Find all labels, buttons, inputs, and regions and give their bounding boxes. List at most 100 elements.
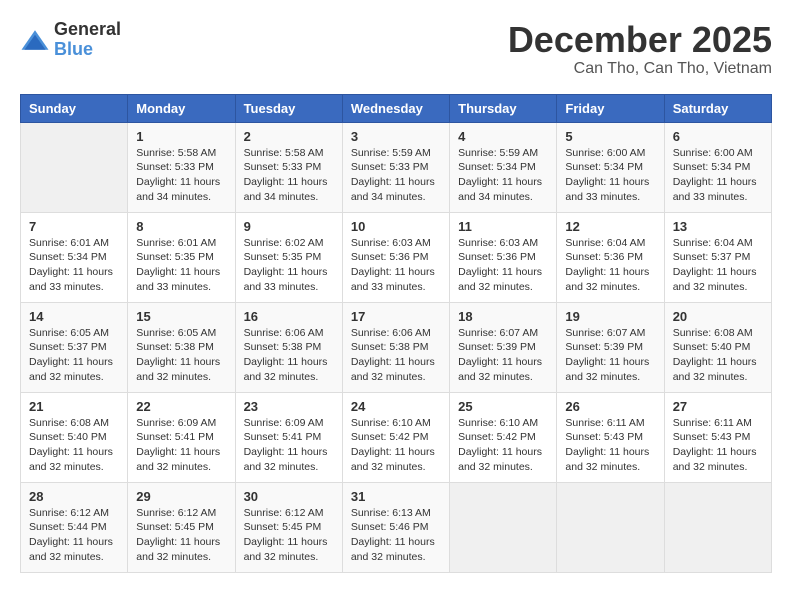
day-number: 4 bbox=[458, 129, 548, 144]
calendar-cell: 4 Sunrise: 5:59 AM Sunset: 5:34 PM Daylig… bbox=[450, 122, 557, 212]
day-info: Sunrise: 6:12 AM Sunset: 5:45 PM Dayligh… bbox=[244, 506, 334, 565]
calendar-cell: 15 Sunrise: 6:05 AM Sunset: 5:38 PM Dayli… bbox=[128, 302, 235, 392]
calendar-week-row: 14 Sunrise: 6:05 AM Sunset: 5:37 PM Dayli… bbox=[21, 302, 772, 392]
calendar-cell: 31Sunrise: 6:13 AM Sunset: 5:46 PM Dayli… bbox=[342, 482, 449, 572]
day-info: Sunrise: 6:02 AM Sunset: 5:35 PM Dayligh… bbox=[244, 236, 334, 295]
day-number: 12 bbox=[565, 219, 655, 234]
day-info: Sunrise: 5:58 AM Sunset: 5:33 PM Dayligh… bbox=[244, 146, 334, 205]
day-info: Sunrise: 6:03 AM Sunset: 5:36 PM Dayligh… bbox=[458, 236, 548, 295]
calendar-cell: 30 Sunrise: 6:12 AM Sunset: 5:45 PM Dayli… bbox=[235, 482, 342, 572]
calendar-cell: 29Sunrise: 6:12 AM Sunset: 5:45 PM Dayli… bbox=[128, 482, 235, 572]
day-info: Sunrise: 6:01 AM Sunset: 5:35 PM Dayligh… bbox=[136, 236, 226, 295]
calendar-week-row: 7Sunrise: 6:01 AM Sunset: 5:34 PM Daylig… bbox=[21, 212, 772, 302]
calendar-cell: 7Sunrise: 6:01 AM Sunset: 5:34 PM Daylig… bbox=[21, 212, 128, 302]
day-number: 31 bbox=[351, 489, 441, 504]
calendar-cell: 25 Sunrise: 6:10 AM Sunset: 5:42 PM Dayli… bbox=[450, 392, 557, 482]
logo-blue: Blue bbox=[54, 39, 93, 59]
day-number: 7 bbox=[29, 219, 119, 234]
day-number: 13 bbox=[673, 219, 763, 234]
calendar-cell: 19Sunrise: 6:07 AM Sunset: 5:39 PM Dayli… bbox=[557, 302, 664, 392]
day-number: 9 bbox=[244, 219, 334, 234]
calendar-table: Sunday Monday Tuesday Wednesday Thursday… bbox=[20, 94, 772, 573]
calendar-week-row: 1 Sunrise: 5:58 AM Sunset: 5:33 PM Daylig… bbox=[21, 122, 772, 212]
day-info: Sunrise: 6:12 AM Sunset: 5:44 PM Dayligh… bbox=[29, 506, 119, 565]
calendar-cell: 1 Sunrise: 5:58 AM Sunset: 5:33 PM Daylig… bbox=[128, 122, 235, 212]
calendar-cell: 18 Sunrise: 6:07 AM Sunset: 5:39 PM Dayli… bbox=[450, 302, 557, 392]
calendar-cell: 28 Sunrise: 6:12 AM Sunset: 5:44 PM Dayli… bbox=[21, 482, 128, 572]
day-number: 18 bbox=[458, 309, 548, 324]
day-number: 15 bbox=[136, 309, 226, 324]
day-info: Sunrise: 6:11 AM Sunset: 5:43 PM Dayligh… bbox=[565, 416, 655, 475]
calendar-cell: 2 Sunrise: 5:58 AM Sunset: 5:33 PM Daylig… bbox=[235, 122, 342, 212]
day-info: Sunrise: 6:09 AM Sunset: 5:41 PM Dayligh… bbox=[244, 416, 334, 475]
day-info: Sunrise: 6:08 AM Sunset: 5:40 PM Dayligh… bbox=[29, 416, 119, 475]
day-info: Sunrise: 6:04 AM Sunset: 5:36 PM Dayligh… bbox=[565, 236, 655, 295]
day-info: Sunrise: 6:08 AM Sunset: 5:40 PM Dayligh… bbox=[673, 326, 763, 385]
day-number: 8 bbox=[136, 219, 226, 234]
day-number: 1 bbox=[136, 129, 226, 144]
day-info: Sunrise: 6:12 AM Sunset: 5:45 PM Dayligh… bbox=[136, 506, 226, 565]
day-info: Sunrise: 6:00 AM Sunset: 5:34 PM Dayligh… bbox=[565, 146, 655, 205]
calendar-cell: 22 Sunrise: 6:09 AM Sunset: 5:41 PM Dayli… bbox=[128, 392, 235, 482]
calendar-cell bbox=[664, 482, 771, 572]
calendar-title: December 2025 bbox=[508, 20, 772, 60]
calendar-cell: 13 Sunrise: 6:04 AM Sunset: 5:37 PM Dayli… bbox=[664, 212, 771, 302]
day-info: Sunrise: 6:11 AM Sunset: 5:43 PM Dayligh… bbox=[673, 416, 763, 475]
day-info: Sunrise: 6:06 AM Sunset: 5:38 PM Dayligh… bbox=[244, 326, 334, 385]
day-number: 5 bbox=[565, 129, 655, 144]
day-info: Sunrise: 6:06 AM Sunset: 5:38 PM Dayligh… bbox=[351, 326, 441, 385]
day-number: 6 bbox=[673, 129, 763, 144]
day-info: Sunrise: 6:07 AM Sunset: 5:39 PM Dayligh… bbox=[565, 326, 655, 385]
calendar-cell: 10Sunrise: 6:03 AM Sunset: 5:36 PM Dayli… bbox=[342, 212, 449, 302]
day-info: Sunrise: 6:05 AM Sunset: 5:37 PM Dayligh… bbox=[29, 326, 119, 385]
day-number: 30 bbox=[244, 489, 334, 504]
day-number: 25 bbox=[458, 399, 548, 414]
day-number: 23 bbox=[244, 399, 334, 414]
day-number: 27 bbox=[673, 399, 763, 414]
day-number: 28 bbox=[29, 489, 119, 504]
calendar-cell: 5 Sunrise: 6:00 AM Sunset: 5:34 PM Daylig… bbox=[557, 122, 664, 212]
calendar-cell: 14 Sunrise: 6:05 AM Sunset: 5:37 PM Dayli… bbox=[21, 302, 128, 392]
day-info: Sunrise: 6:00 AM Sunset: 5:34 PM Dayligh… bbox=[673, 146, 763, 205]
day-number: 20 bbox=[673, 309, 763, 324]
day-info: Sunrise: 6:03 AM Sunset: 5:36 PM Dayligh… bbox=[351, 236, 441, 295]
title-area: December 2025 Can Tho, Can Tho, Vietnam bbox=[508, 20, 772, 78]
day-number: 11 bbox=[458, 219, 548, 234]
day-number: 22 bbox=[136, 399, 226, 414]
day-number: 2 bbox=[244, 129, 334, 144]
calendar-week-row: 28 Sunrise: 6:12 AM Sunset: 5:44 PM Dayli… bbox=[21, 482, 772, 572]
calendar-cell: 11 Sunrise: 6:03 AM Sunset: 5:36 PM Dayli… bbox=[450, 212, 557, 302]
calendar-cell: 12 Sunrise: 6:04 AM Sunset: 5:36 PM Dayli… bbox=[557, 212, 664, 302]
calendar-cell: 27 Sunrise: 6:11 AM Sunset: 5:43 PM Dayli… bbox=[664, 392, 771, 482]
day-info: Sunrise: 5:59 AM Sunset: 5:33 PM Dayligh… bbox=[351, 146, 441, 205]
calendar-cell: 23 Sunrise: 6:09 AM Sunset: 5:41 PM Dayli… bbox=[235, 392, 342, 482]
day-info: Sunrise: 6:09 AM Sunset: 5:41 PM Dayligh… bbox=[136, 416, 226, 475]
calendar-cell bbox=[450, 482, 557, 572]
day-info: Sunrise: 6:10 AM Sunset: 5:42 PM Dayligh… bbox=[458, 416, 548, 475]
day-info: Sunrise: 6:10 AM Sunset: 5:42 PM Dayligh… bbox=[351, 416, 441, 475]
day-info: Sunrise: 6:05 AM Sunset: 5:38 PM Dayligh… bbox=[136, 326, 226, 385]
day-number: 3 bbox=[351, 129, 441, 144]
calendar-cell: 24Sunrise: 6:10 AM Sunset: 5:42 PM Dayli… bbox=[342, 392, 449, 482]
header-sunday: Sunday bbox=[21, 94, 128, 122]
day-number: 14 bbox=[29, 309, 119, 324]
header-wednesday: Wednesday bbox=[342, 94, 449, 122]
calendar-subtitle: Can Tho, Can Tho, Vietnam bbox=[508, 60, 772, 78]
logo-general: General bbox=[54, 19, 121, 39]
day-number: 21 bbox=[29, 399, 119, 414]
day-info: Sunrise: 6:07 AM Sunset: 5:39 PM Dayligh… bbox=[458, 326, 548, 385]
calendar-cell bbox=[557, 482, 664, 572]
header-monday: Monday bbox=[128, 94, 235, 122]
calendar-cell: 20 Sunrise: 6:08 AM Sunset: 5:40 PM Dayli… bbox=[664, 302, 771, 392]
day-info: Sunrise: 5:59 AM Sunset: 5:34 PM Dayligh… bbox=[458, 146, 548, 205]
day-info: Sunrise: 6:04 AM Sunset: 5:37 PM Dayligh… bbox=[673, 236, 763, 295]
page-header: General Blue December 2025 Can Tho, Can … bbox=[20, 20, 772, 78]
day-number: 26 bbox=[565, 399, 655, 414]
header-saturday: Saturday bbox=[664, 94, 771, 122]
calendar-cell: 21 Sunrise: 6:08 AM Sunset: 5:40 PM Dayli… bbox=[21, 392, 128, 482]
calendar-cell bbox=[21, 122, 128, 212]
calendar-body: 1 Sunrise: 5:58 AM Sunset: 5:33 PM Daylig… bbox=[21, 122, 772, 572]
day-info: Sunrise: 5:58 AM Sunset: 5:33 PM Dayligh… bbox=[136, 146, 226, 205]
day-number: 17 bbox=[351, 309, 441, 324]
header-row: Sunday Monday Tuesday Wednesday Thursday… bbox=[21, 94, 772, 122]
